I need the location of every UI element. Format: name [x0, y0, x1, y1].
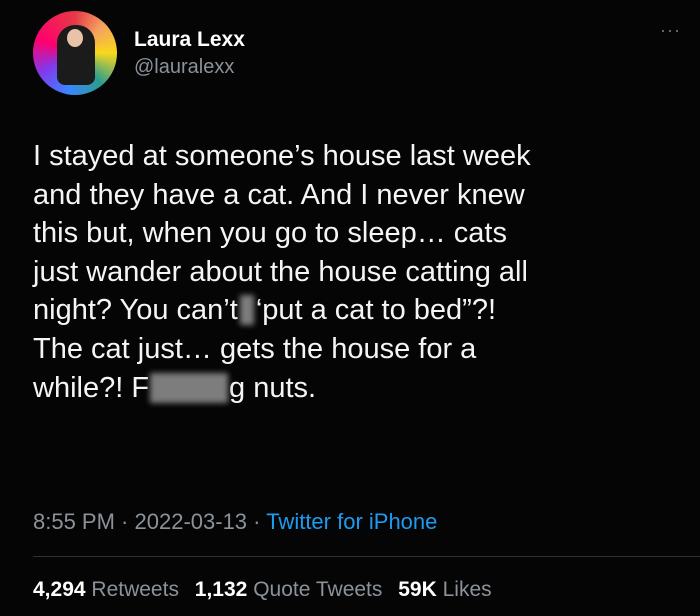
engagement-stats: 4,294 Retweets 1,132 Quote Tweets 59K Li… [33, 578, 502, 602]
redaction-blur [150, 372, 229, 403]
author-name[interactable]: Laura Lexx [134, 28, 245, 52]
tweet-card: Laura Lexx @lauralexx ··· I stayed at so… [0, 0, 700, 616]
retweets-count: 4,294 [33, 578, 86, 601]
tweet-text: I stayed at someone’s house last week an… [33, 137, 673, 407]
tweet-line: night? You can’t ‘put a cat to bed”?! [33, 291, 673, 330]
likes-count: 59K [398, 578, 437, 601]
redaction-blur [239, 295, 254, 326]
avatar[interactable] [33, 11, 117, 95]
meta-separator: · [247, 509, 267, 534]
meta-separator: · [114, 509, 135, 534]
author-handle[interactable]: @lauralexx [134, 56, 234, 79]
quote-tweets-stat[interactable]: 1,132 Quote Tweets [195, 578, 383, 601]
more-options-icon[interactable]: ··· [660, 20, 681, 41]
divider [33, 556, 700, 557]
retweets-label: Retweets [91, 578, 179, 601]
tweet-line: The cat just… gets the house for a [33, 332, 477, 365]
tweet-meta: 8:55 PM · 2022-03-13 · Twitter for iPhon… [33, 509, 437, 535]
tweet-source-link[interactable]: Twitter for iPhone [266, 509, 437, 534]
tweet-text-segment: while?! F [33, 371, 150, 404]
tweet-text-segment: g nuts. [229, 371, 317, 404]
tweet-time[interactable]: 8:55 PM [33, 509, 115, 534]
tweet-line: I stayed at someone’s house last week [33, 140, 531, 172]
likes-stat[interactable]: 59K Likes [398, 578, 491, 601]
avatar-face [67, 29, 83, 47]
tweet-line: while?! F g nuts. [33, 369, 673, 408]
tweet-date[interactable]: 2022-03-13 [135, 509, 248, 534]
quote-tweets-count: 1,132 [194, 578, 248, 601]
tweet-text-segment: ‘put a cat to bed”?! [255, 294, 497, 327]
retweets-stat[interactable]: 4,294 Retweets [33, 578, 179, 601]
tweet-text-segment: night? You can’t [33, 294, 238, 327]
tweet-line: this but, when you go to sleep… cats [33, 217, 507, 250]
tweet-line: and they have a cat. And I never knew [33, 178, 525, 211]
quote-tweets-label: Quote Tweets [253, 578, 383, 601]
likes-label: Likes [442, 578, 492, 601]
tweet-line: just wander about the house catting all [33, 255, 528, 288]
